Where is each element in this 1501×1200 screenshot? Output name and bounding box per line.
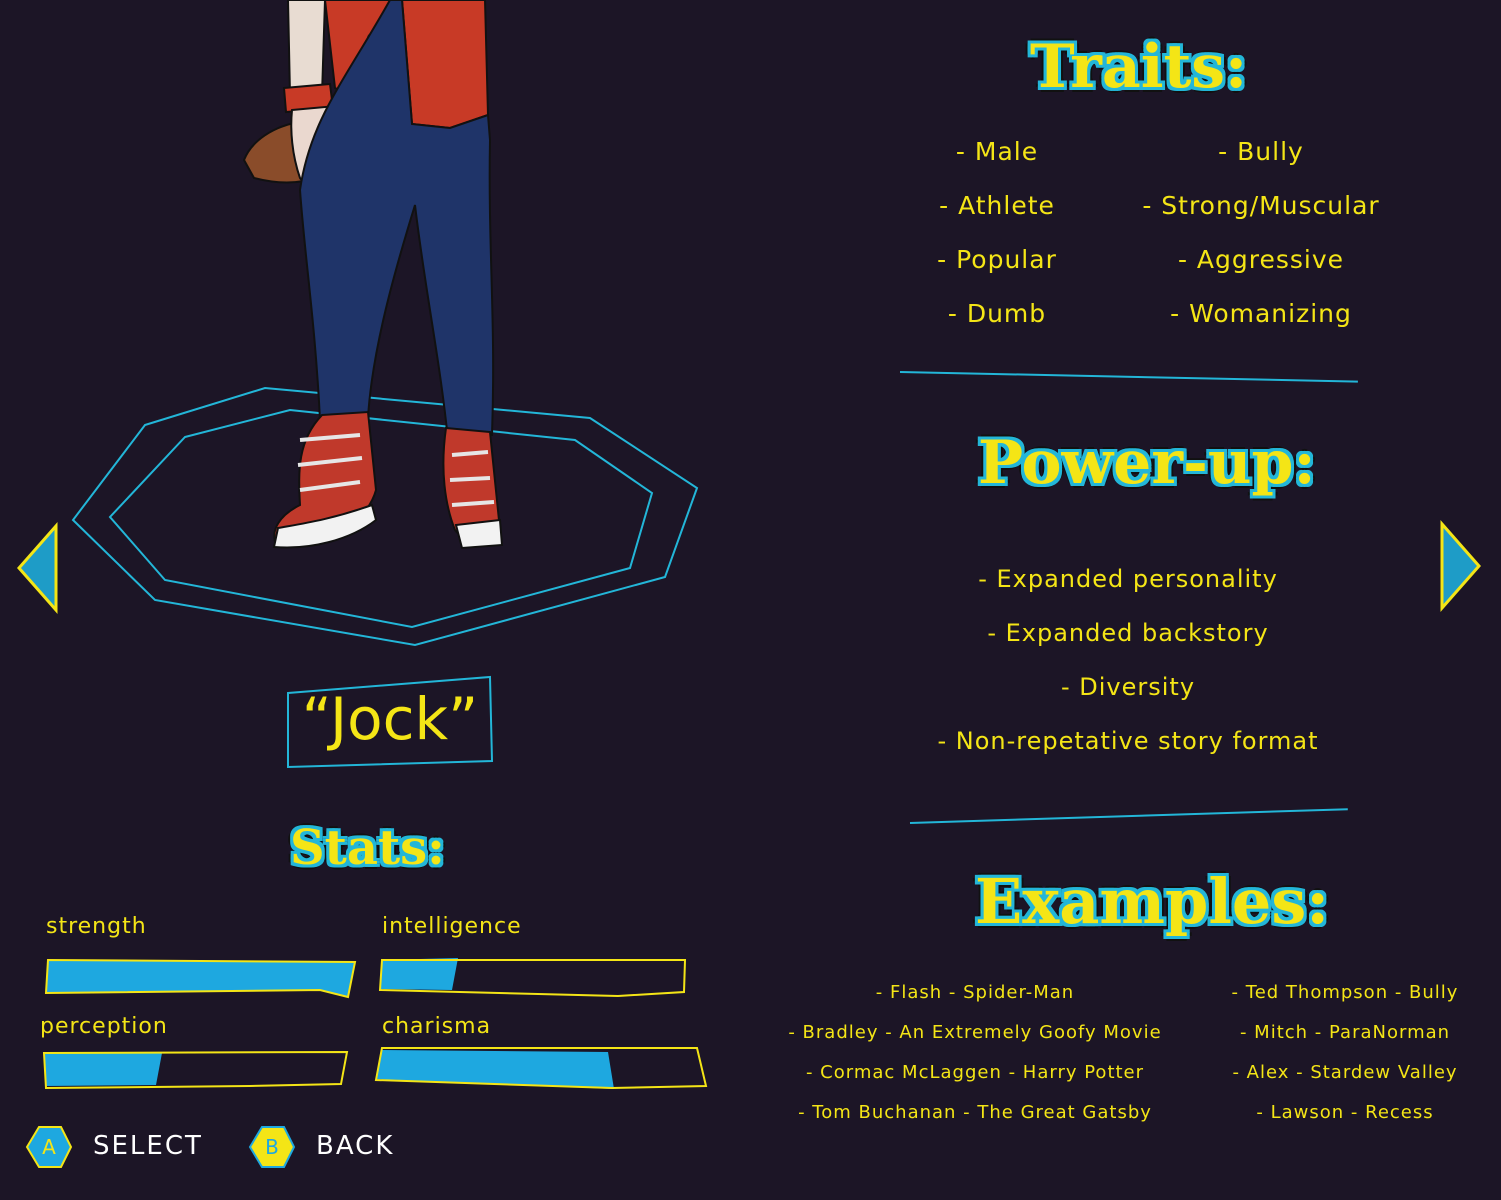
stats-heading: Stats: <box>290 820 445 876</box>
powerup-1: - Expanded personality <box>978 565 1278 593</box>
trait-right-1: - Bully <box>1218 137 1304 166</box>
example-right-3: - Alex - Stardew Valley <box>1232 1062 1458 1083</box>
trait-right-2: - Strong/Muscular <box>1142 191 1380 220</box>
powerup-4: - Non-repetative story format <box>937 727 1319 755</box>
powerup-3: - Diversity <box>1060 673 1196 701</box>
trait-left-3: - Popular <box>937 245 1057 274</box>
stat-bar-intelligence-fill <box>380 958 458 990</box>
character-name: “Jock” <box>301 685 479 753</box>
platform-outer <box>71 386 699 647</box>
select-key: A <box>42 1135 56 1159</box>
divider-powerup <box>909 808 1348 824</box>
powerup-heading: Power-up: <box>978 428 1316 498</box>
traits-heading: Traits: <box>1030 32 1248 102</box>
back-key: B <box>265 1135 279 1159</box>
character-name-box: “Jock” <box>286 675 494 769</box>
stat-bar-strength <box>44 958 357 999</box>
trait-right-4: - Womanizing <box>1170 299 1352 328</box>
example-left-3: - Cormac McLaggen - Harry Potter <box>805 1062 1145 1083</box>
examples-heading: Examples: <box>975 865 1330 938</box>
stat-label-strength: strength <box>46 914 147 939</box>
trait-left-4: - Dumb <box>947 299 1047 328</box>
example-right-2: - Mitch - ParaNorman <box>1239 1022 1451 1043</box>
a-button-icon: A <box>25 1126 73 1168</box>
back-label: BACK <box>316 1131 395 1161</box>
stat-bar-perception-fill <box>44 1053 162 1086</box>
back-button[interactable]: B BACK <box>248 1125 428 1170</box>
example-right-4: - Lawson - Recess <box>1256 1102 1434 1123</box>
arrow-right-icon[interactable] <box>1437 520 1483 612</box>
stat-bar-intelligence <box>378 958 687 998</box>
trait-left-2: - Athlete <box>939 191 1055 220</box>
character-illustration <box>71 0 699 647</box>
example-left-4: - Tom Buchanan - The Great Gatsby <box>798 1102 1152 1123</box>
select-label: SELECT <box>93 1131 203 1161</box>
stat-bars <box>42 958 708 1090</box>
select-button[interactable]: A SELECT <box>25 1125 225 1170</box>
stat-bar-charisma <box>374 1047 708 1090</box>
example-left-1: - Flash - Spider-Man <box>875 982 1075 1003</box>
platform-inner <box>108 408 654 629</box>
b-button-icon: B <box>248 1126 296 1168</box>
trait-left-1: - Male <box>955 137 1039 166</box>
stat-bar-perception <box>42 1050 349 1090</box>
trait-right-3: - Aggressive <box>1177 245 1345 274</box>
stat-label-intelligence: intelligence <box>382 914 522 939</box>
arrow-left-icon[interactable] <box>15 522 61 614</box>
powerup-2: - Expanded backstory <box>987 619 1269 647</box>
divider-traits <box>899 371 1358 383</box>
example-left-2: - Bradley - An Extremely Goofy Movie <box>788 1022 1162 1043</box>
example-right-1: - Ted Thompson - Bully <box>1231 982 1459 1003</box>
